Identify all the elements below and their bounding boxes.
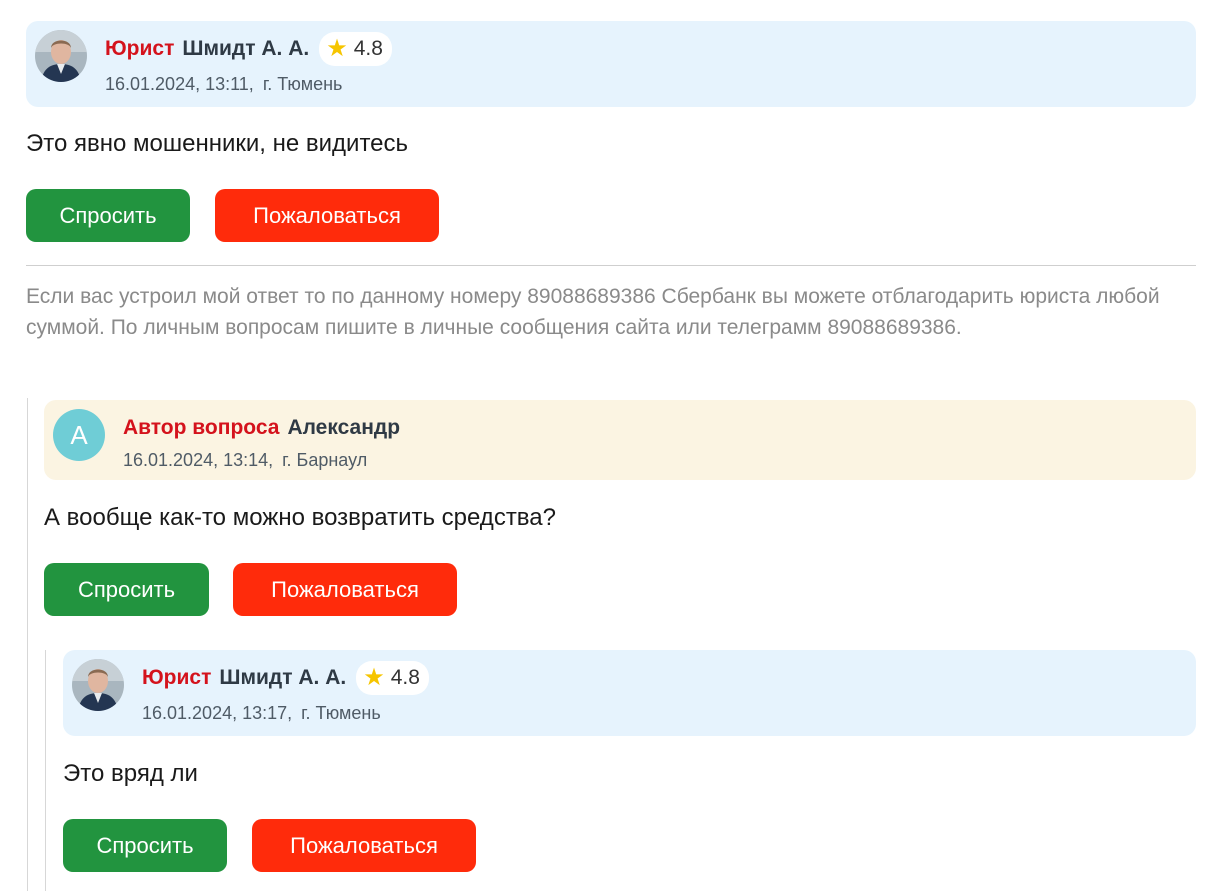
message-text: А вообще как-то можно возвратить средств… xyxy=(44,504,556,531)
author-letter-avatar[interactable]: А xyxy=(53,409,105,461)
message-header: Юрист Шмидт А. А. ★ 4.8 16.01.2024, 13:1… xyxy=(63,650,1196,736)
clipped-heading xyxy=(0,0,1209,6)
author-name[interactable]: Шмидт А. А. xyxy=(182,37,309,61)
thread-line-level-2 xyxy=(45,650,46,891)
message-2: А Автор вопроса Александр 16.01.2024, 13… xyxy=(44,400,1196,480)
message-city: г. Барнаул xyxy=(282,450,368,470)
author-name[interactable]: Александр xyxy=(287,416,400,440)
message-text: Это вряд ли xyxy=(63,760,198,787)
author-line: Юрист Шмидт А. А. ★ 4.8 xyxy=(142,661,429,695)
message-header: Юрист Шмидт А. А. ★ 4.8 16.01.2024, 13:1… xyxy=(26,21,1196,107)
author-line: Юрист Шмидт А. А. ★ 4.8 xyxy=(105,32,392,66)
role-label: Юрист xyxy=(105,37,175,60)
message-date: 16.01.2024, 13:11, xyxy=(105,74,254,94)
lawyer-signature: Если вас устроил мой ответ то по данному… xyxy=(26,285,1160,339)
message-date: 16.01.2024, 13:17, xyxy=(142,703,293,723)
author-line: Автор вопроса Александр xyxy=(123,411,410,445)
rating-badge: ★ 4.8 xyxy=(319,32,392,66)
lawyer-avatar[interactable] xyxy=(72,659,124,711)
star-icon: ★ xyxy=(363,664,385,691)
complain-button[interactable]: Пожаловаться xyxy=(233,563,457,616)
message-meta: 16.01.2024, 13:14, г. Барнаул xyxy=(123,450,367,471)
complain-button[interactable]: Пожаловаться xyxy=(215,189,439,242)
ask-button[interactable]: Спросить xyxy=(26,189,190,242)
lawyer-avatar[interactable] xyxy=(35,30,87,82)
message-date: 16.01.2024, 13:14, xyxy=(123,450,274,470)
message-city: г. Тюмень xyxy=(301,703,381,723)
message-meta: 16.01.2024, 13:17, г. Тюмень xyxy=(142,703,381,724)
author-name[interactable]: Шмидт А. А. xyxy=(219,666,346,690)
ask-button[interactable]: Спросить xyxy=(44,563,209,616)
star-icon: ★ xyxy=(326,35,348,62)
rating-value: 4.8 xyxy=(353,37,383,60)
rating-badge: ★ 4.8 xyxy=(356,661,429,695)
role-label: Автор вопроса xyxy=(123,416,280,439)
complain-button[interactable]: Пожаловаться xyxy=(252,819,476,872)
message-meta: 16.01.2024, 13:11, г. Тюмень xyxy=(105,74,342,95)
message-header: А Автор вопроса Александр 16.01.2024, 13… xyxy=(44,400,1196,480)
rating-value: 4.8 xyxy=(390,666,420,689)
signature-divider xyxy=(26,265,1196,266)
thread-line-level-1 xyxy=(27,398,28,891)
role-label: Юрист xyxy=(142,666,212,689)
ask-button[interactable]: Спросить xyxy=(63,819,227,872)
message-text: Это явно мошенники, не видитесь xyxy=(26,130,409,157)
message-3: Юрист Шмидт А. А. ★ 4.8 16.01.2024, 13:1… xyxy=(63,650,1196,736)
message-city: г. Тюмень xyxy=(262,74,343,94)
